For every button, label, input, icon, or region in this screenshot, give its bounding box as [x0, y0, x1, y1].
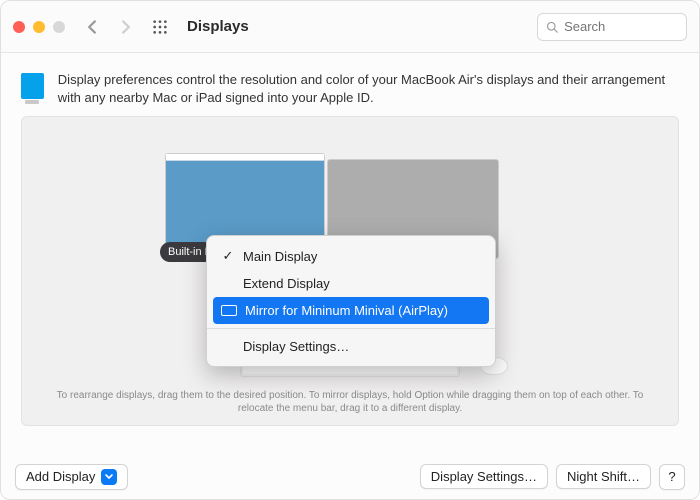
footer-bar: Add Display Display Settings… Night Shif… — [1, 454, 699, 499]
help-icon: ? — [668, 469, 675, 484]
window-title: Displays — [187, 18, 249, 35]
menu-item-label: Display Settings… — [243, 339, 349, 354]
apps-grid-icon[interactable] — [147, 14, 173, 40]
menu-item-main-display[interactable]: ✓ Main Display — [207, 242, 495, 270]
intro-text: Display preferences control the resoluti… — [58, 71, 679, 106]
displays-pref-icon — [21, 73, 44, 99]
night-shift-button[interactable]: Night Shift… — [556, 464, 651, 489]
button-label: Night Shift… — [567, 469, 640, 484]
minimize-icon[interactable] — [33, 21, 45, 33]
menu-item-label: Mirror for Mininum Minival (AirPlay) — [245, 303, 448, 318]
close-icon[interactable] — [13, 21, 25, 33]
button-label: Add Display — [26, 469, 95, 484]
check-icon: ✓ — [221, 248, 235, 264]
display-context-menu: ✓ Main Display Extend Display Mirror for… — [206, 235, 496, 367]
forward-button[interactable] — [113, 14, 139, 40]
arrangement-area: Built-in Retina Display Mininum Minival … — [21, 116, 679, 426]
titlebar: Displays — [1, 1, 699, 53]
traffic-lights — [13, 21, 65, 33]
menu-item-mirror-airplay[interactable]: Mirror for Mininum Minival (AirPlay) — [213, 297, 489, 324]
button-label: Display Settings… — [431, 469, 537, 484]
chevron-down-icon — [101, 469, 117, 485]
search-input[interactable] — [564, 19, 678, 34]
menu-item-label: Extend Display — [243, 276, 330, 291]
intro-section: Display preferences control the resoluti… — [21, 71, 679, 106]
search-icon — [546, 20, 558, 34]
menu-item-extend-display[interactable]: Extend Display — [207, 270, 495, 297]
menu-item-display-settings[interactable]: Display Settings… — [207, 333, 495, 360]
monitor-icon — [221, 305, 237, 316]
zoom-icon[interactable] — [53, 21, 65, 33]
menu-divider — [207, 328, 495, 329]
add-display-button[interactable]: Add Display — [15, 464, 128, 490]
search-field[interactable] — [537, 13, 687, 41]
back-button[interactable] — [79, 14, 105, 40]
help-button[interactable]: ? — [659, 464, 685, 490]
menu-item-label: Main Display — [243, 249, 317, 264]
display-settings-button[interactable]: Display Settings… — [420, 464, 548, 489]
arrangement-hint: To rearrange displays, drag them to the … — [22, 389, 678, 415]
